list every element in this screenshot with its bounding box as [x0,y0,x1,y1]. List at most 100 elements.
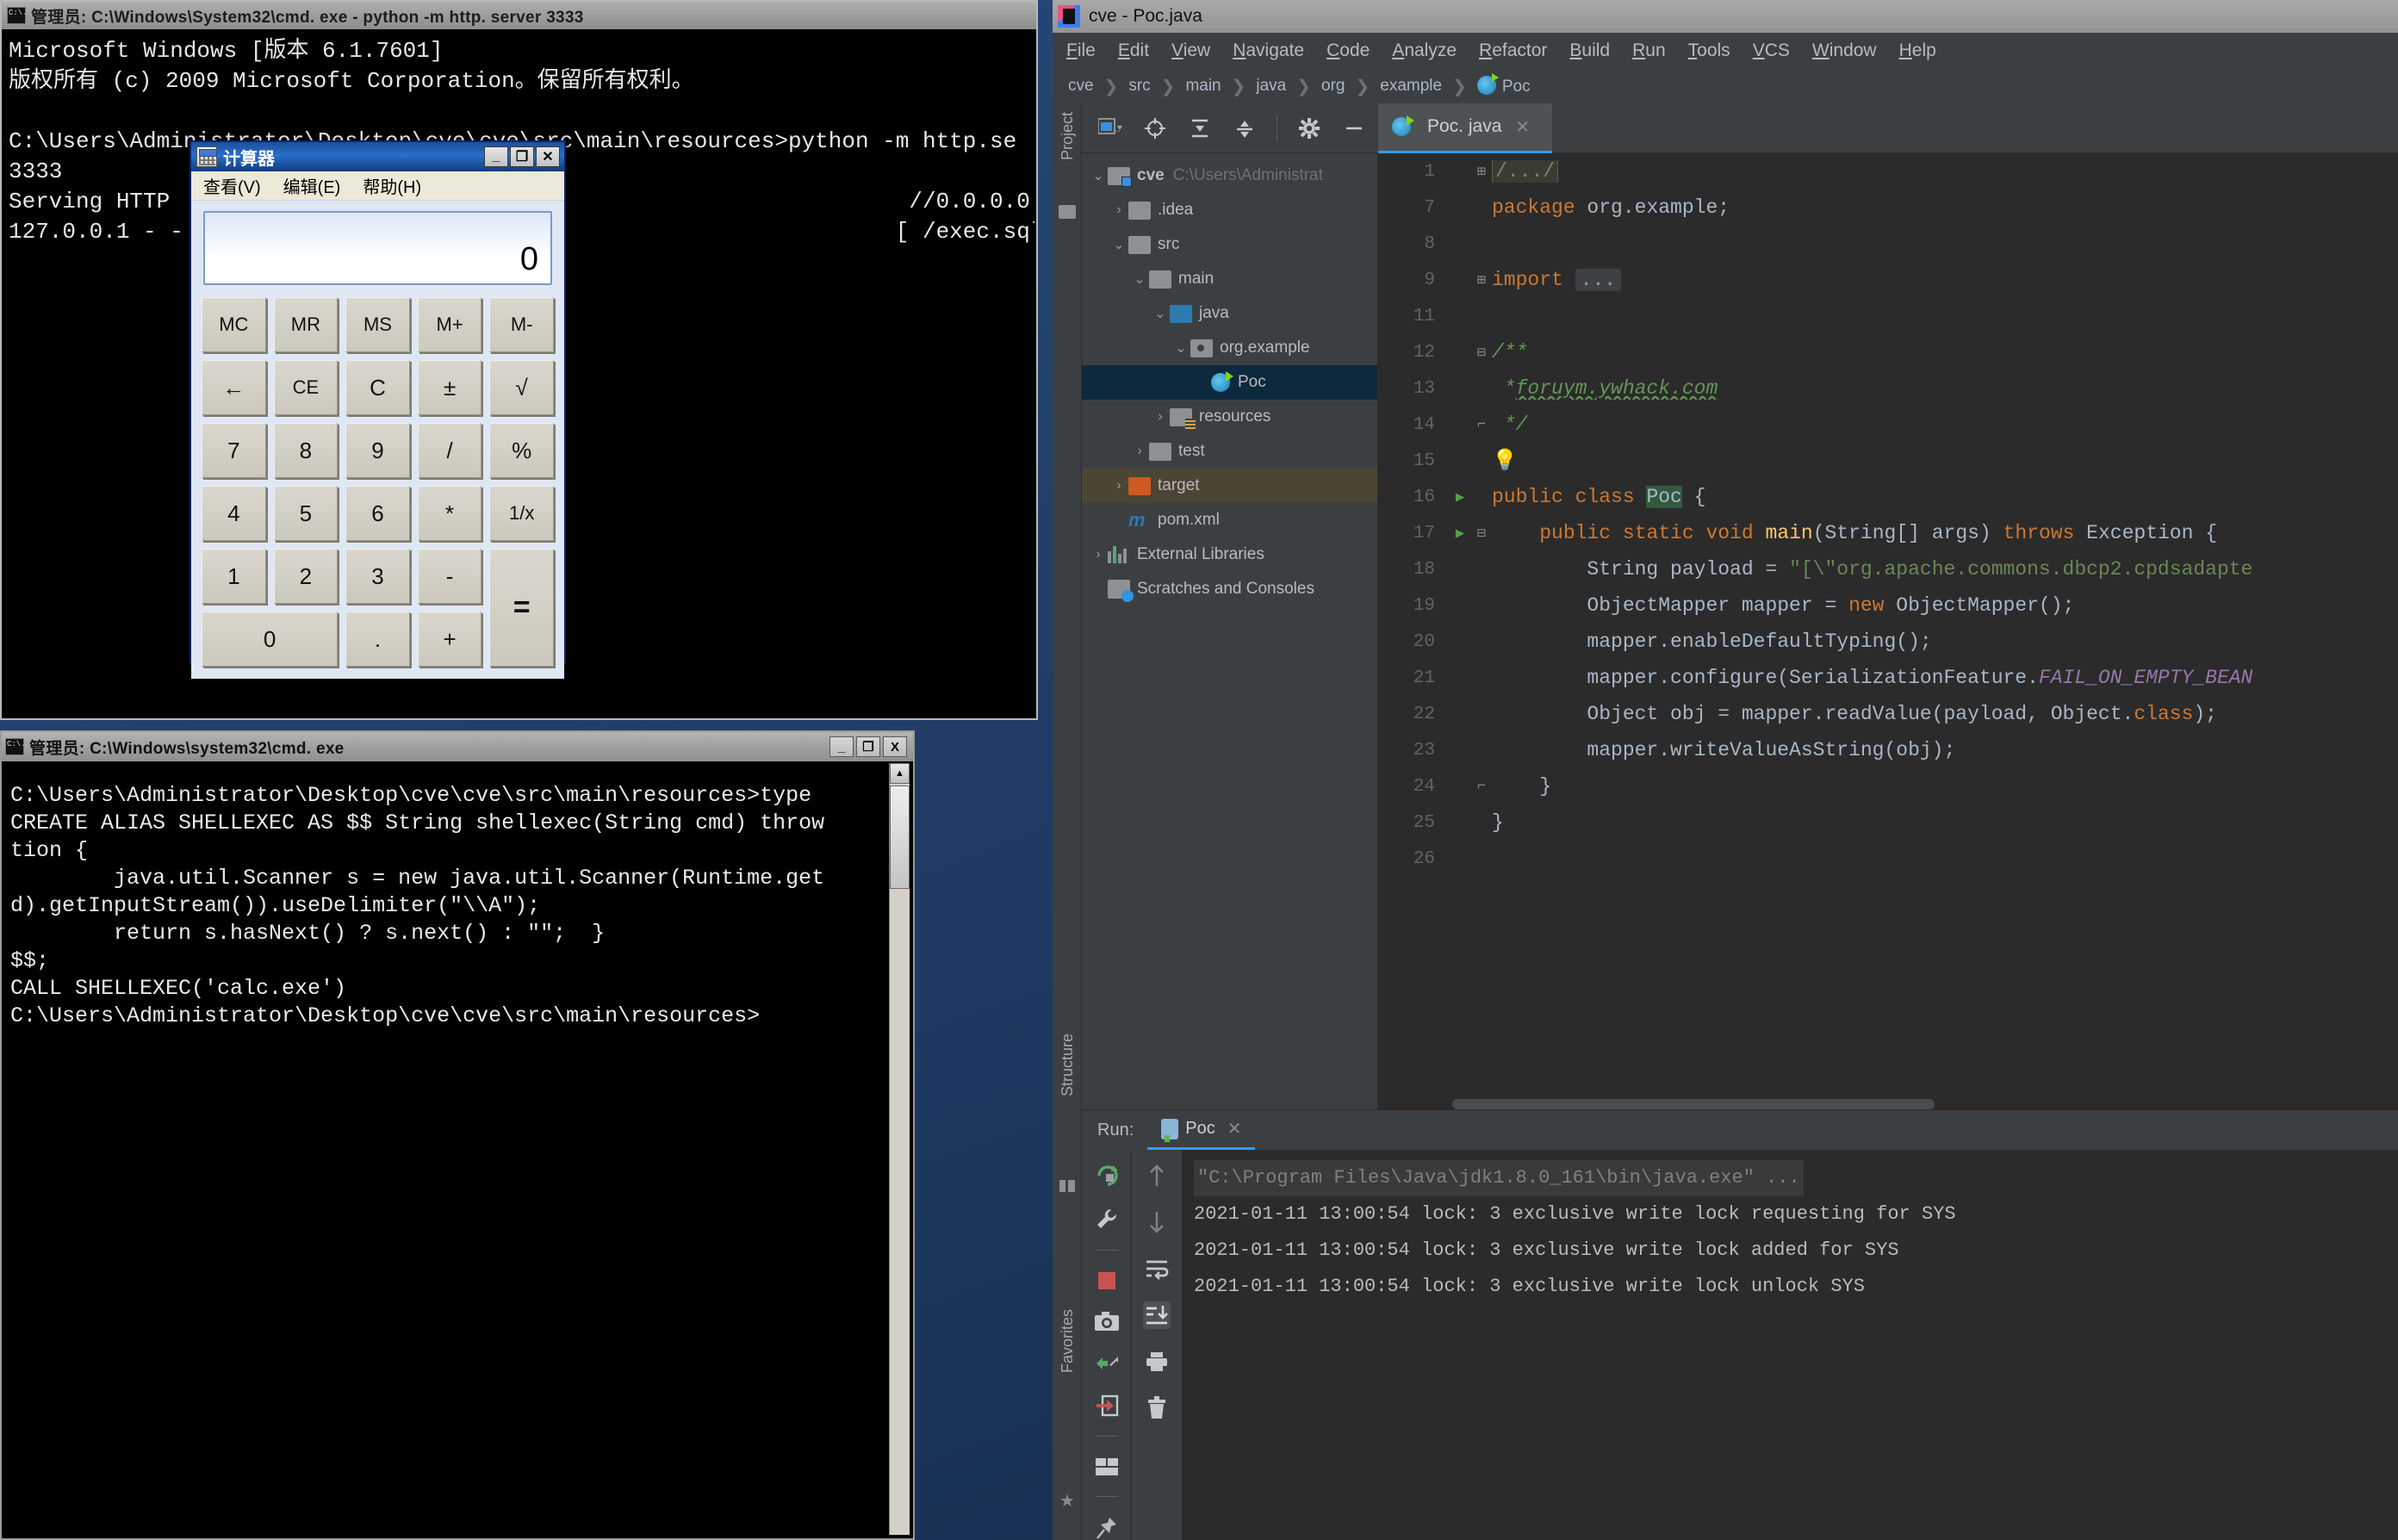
code-line[interactable]: 12 ⊟/** [1378,334,2398,370]
chevron-down-icon[interactable]: ⌄ [1151,305,1170,322]
settings-gear-icon[interactable] [1296,115,1322,141]
tree-node-cve[interactable]: ⌄ cve C:\Users\Administrat [1082,158,1377,193]
up-arrow-icon[interactable] [1143,1162,1171,1189]
calc-key-7[interactable]: 7 [202,423,266,478]
calc-key-mr[interactable]: MR [273,297,339,352]
ide-menu-edit[interactable]: Edit [1118,40,1149,61]
close-icon[interactable]: ✕ [1227,1118,1242,1139]
ide-menu-tools[interactable]: Tools [1688,40,1730,61]
maximize-button[interactable]: ❐ [856,736,880,757]
scroll-up-arrow-icon[interactable]: ▲ [890,763,910,784]
ide-menu-vcs[interactable]: VCS [1753,40,1790,61]
tree-node-target[interactable]: › target [1082,469,1377,503]
code-line[interactable]: 7 package org.example; [1378,189,2398,226]
calc-key-_[interactable]: * [417,486,482,541]
scroll-to-end-icon[interactable] [1143,1301,1171,1329]
menu-help[interactable]: 帮助(H) [363,173,421,198]
camera-icon[interactable] [1093,1311,1121,1332]
fold-expand-icon[interactable]: ⊞ [1471,163,1492,181]
run-gutter-icon[interactable]: ▶ [1449,525,1471,543]
ide-menu-refactor[interactable]: Refactor [1479,40,1547,61]
collapse-all-icon[interactable] [1232,115,1258,141]
wrench-settings-icon[interactable] [1093,1207,1121,1231]
chevron-down-icon[interactable]: ⌄ [1109,236,1128,253]
tree-node-test[interactable]: › test [1082,434,1377,469]
ide-titlebar[interactable]: cve - Poc.java [1053,0,2398,33]
calc-key-_[interactable]: - [417,549,482,604]
calculator-window[interactable]: 计算器 _ ❐ ✕ 查看(V) 编辑(E) 帮助(H) 0 MC MR MS M+ M-… [189,140,566,679]
calc-key-mc[interactable]: MC [202,297,266,352]
ide-menu-file[interactable]: File [1066,40,1096,61]
calc-key-5[interactable]: 5 [273,486,339,541]
ide-menu-help[interactable]: Help [1899,40,1936,61]
expand-all-icon[interactable] [1187,115,1213,141]
chevron-down-icon[interactable]: ⌄ [1130,270,1149,288]
code-editor[interactable]: 1 ⊞/.../7 package org.example; 8 9 ⊞ import .… [1378,153,2398,1109]
code-line[interactable]: 26 [1378,841,2398,877]
soft-wrap-icon[interactable] [1143,1255,1171,1282]
project-tree[interactable]: ⌄ cve C:\Users\Administrat › .idea ⌄ src ⌄ main ⌄… [1082,153,1378,1109]
breadcrumb-item-main[interactable]: main [1185,77,1221,96]
ide-menu-build[interactable]: Build [1569,40,1610,61]
code-line[interactable]: 11 [1378,298,2398,334]
tree-node-resources[interactable]: › resources [1082,400,1377,434]
code-line[interactable]: 19 ObjectMapper mapper = new ObjectMappe… [1378,587,2398,624]
code-line[interactable]: 13 *foruym.ywhack.com [1378,370,2398,407]
code-line[interactable]: 25} [1378,804,2398,841]
breadcrumb-item-java[interactable]: java [1256,77,1286,96]
tree-node-pom-xml[interactable]: m pom.xml [1082,503,1377,537]
ide-menu-analyze[interactable]: Analyze [1392,40,1457,61]
calc-key-_[interactable]: ← [202,360,266,415]
ide-menu-run[interactable]: Run [1632,40,1666,61]
cmd2-titlebar[interactable]: 管理员: C:\Windows\system32\cmd. exe _ ❐ X [2,732,913,761]
code-line[interactable]: 16 ▶ public class Poc { [1378,479,2398,515]
calc-key-1_x[interactable]: 1/x [489,486,554,541]
calc-key-_[interactable]: % [489,423,554,478]
chevron-right-icon[interactable]: › [1151,409,1170,425]
close-icon[interactable]: ✕ [1515,116,1530,138]
calc-key-1[interactable]: 1 [202,549,266,604]
run-gutter-icon[interactable]: ▶ [1449,488,1471,506]
ide-menu-navigate[interactable]: Navigate [1233,40,1304,61]
editor-horizontal-scrollbar[interactable] [1452,1099,1935,1109]
code-line[interactable]: 17 ▶ ⊟ public static void main(String[] ar… [1378,515,2398,551]
cmd-window-h2-sql[interactable]: 管理员: C:\Windows\system32\cmd. exe _ ❐ X … [0,730,915,1540]
calc-key-m_[interactable]: M- [489,297,554,352]
calc-key-_[interactable]: / [417,423,482,478]
ide-menu-code[interactable]: Code [1326,40,1370,61]
code-line[interactable]: 14 ⌐ */ [1378,407,2398,443]
tree-node-external-libraries[interactable]: › External Libraries [1082,537,1377,572]
breadcrumb-item-cve[interactable]: cve [1068,77,1094,96]
stop-icon[interactable] [1093,1270,1121,1292]
editor-tab-poc-java[interactable]: Poc. java ✕ [1378,102,1553,153]
close-button[interactable]: X [883,736,907,757]
cmd2-scrollbar[interactable]: ▲ [889,763,910,1535]
code-line[interactable]: 23 mapper.writeValueAsString(obj); [1378,732,2398,768]
chevron-right-icon[interactable]: › [1109,202,1128,218]
toolwindow-favorites-label[interactable]: Favorites [1059,1309,1077,1373]
rerun-icon[interactable] [1093,1162,1121,1188]
calc-key-c[interactable]: C [345,360,410,415]
breadcrumb-item-src[interactable]: src [1128,77,1150,96]
dump-threads-icon[interactable] [1093,1351,1121,1375]
calculator-titlebar[interactable]: 计算器 _ ❐ ✕ [191,142,564,171]
chevron-right-icon[interactable]: › [1109,478,1128,494]
code-line[interactable]: 21 mapper.configure(SerializationFeature… [1378,660,2398,696]
code-line[interactable]: 22 Object obj = mapper.readValue(payload… [1378,696,2398,732]
calc-key-4[interactable]: 4 [202,486,266,541]
menu-edit[interactable]: 编辑(E) [283,173,341,198]
print-icon[interactable] [1143,1348,1171,1375]
trash-icon[interactable] [1143,1394,1171,1422]
exit-icon[interactable] [1093,1394,1121,1417]
menu-view[interactable]: 查看(V) [203,173,261,198]
calc-key-3[interactable]: 3 [345,549,410,604]
toolwindow-structure-label[interactable]: Structure [1059,1034,1077,1096]
calc-key-9[interactable]: 9 [345,423,410,478]
cmd1-titlebar[interactable]: 管理员: C:\Windows\System32\cmd. exe - pyth… [2,2,1036,29]
calc-key-6[interactable]: 6 [345,486,410,541]
maximize-button[interactable]: ❐ [510,146,534,167]
fold-expand-icon[interactable]: ⊞ [1471,271,1492,289]
code-line[interactable]: 18 String payload = "[\"org.apache.commo… [1378,551,2398,587]
breadcrumb-item-org[interactable]: org [1321,77,1345,96]
tree-node--idea[interactable]: › .idea [1082,193,1377,227]
